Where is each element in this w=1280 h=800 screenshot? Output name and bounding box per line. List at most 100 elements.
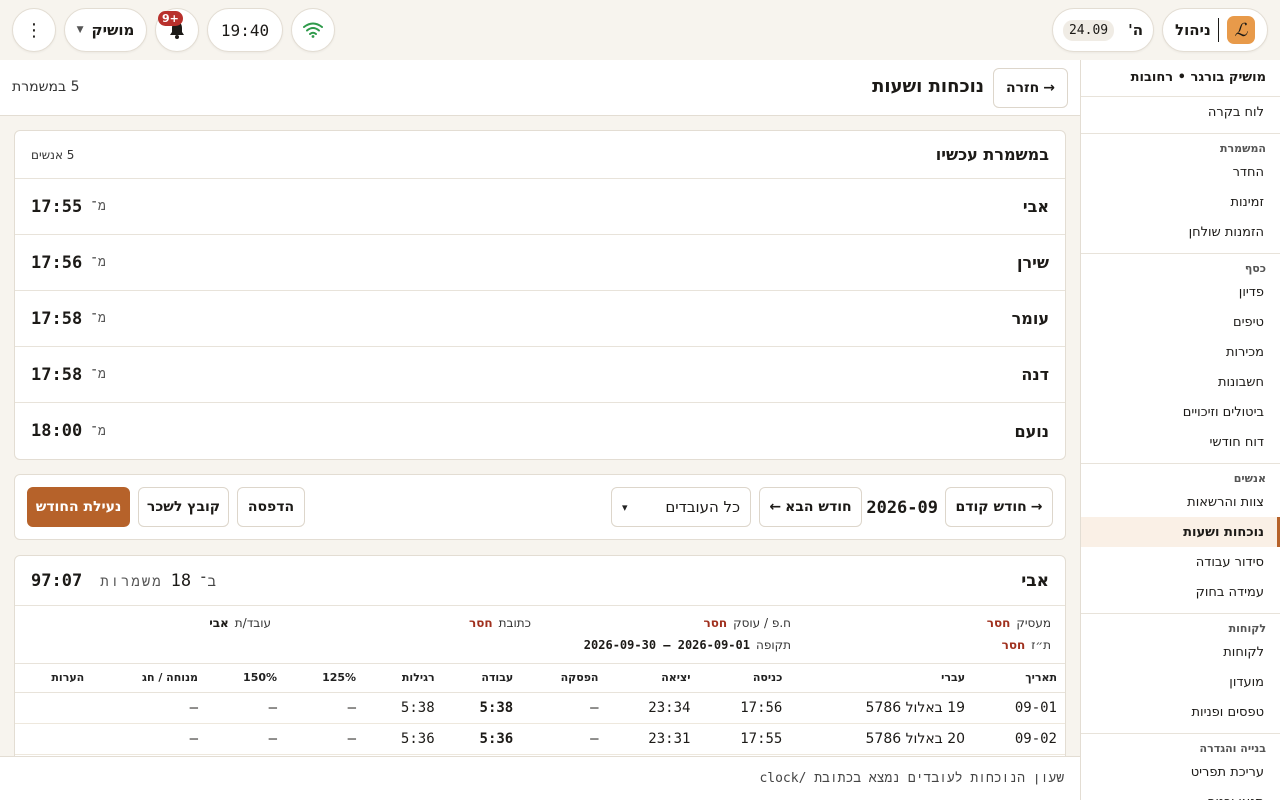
on-shift-header: במשמרת עכשיו 5 אנשים <box>15 131 1065 179</box>
sidebar-item[interactable]: החדר <box>1081 157 1280 187</box>
shift-count: 5 במשמרת <box>12 79 80 95</box>
sidebar-item[interactable]: סידור עבודה <box>1081 547 1280 577</box>
meta-tax-value: חסר <box>703 616 728 630</box>
from-label: מ־ <box>90 255 106 270</box>
table-cell: – <box>521 692 607 724</box>
clock-in-time: מ־ 18:00 <box>31 421 106 441</box>
back-label: חזרה <box>1006 80 1040 96</box>
employee-name: אבי <box>1022 197 1049 216</box>
table-header-row: תאריך עברי כניסה יציאה הפסקה עבודה רגילות 125% 1… <box>15 664 1065 693</box>
table-cell: 09-01 <box>973 692 1065 724</box>
from-label: מ־ <box>90 367 106 382</box>
sidebar-item[interactable]: דוח חודשי <box>1081 427 1280 457</box>
meta-id-label: ת״ז <box>1031 638 1051 652</box>
meta-period-value: 2026-09-01 – 2026-09-30 <box>583 638 750 652</box>
sidebar-item[interactable]: מועדון <box>1081 667 1280 697</box>
clock-url-note: שעון הנוכחות לעובדים נמצא בכתובת /clock <box>0 756 1080 800</box>
sidebar-section-title: אנשים <box>1081 463 1280 487</box>
sidebar-item[interactable]: זמינות <box>1081 187 1280 217</box>
sidebar-item[interactable]: נוכחות ושעות <box>1081 517 1280 547</box>
time-value: 17:58 <box>31 308 83 329</box>
sidebar-section-title: לקוחות <box>1081 613 1280 637</box>
arrow-left-icon: ← <box>769 499 782 515</box>
meta-id: ת״ז חסר <box>1002 638 1051 652</box>
on-shift-count: 5 אנשים <box>31 147 75 162</box>
page-header: → חזרה נוכחות ושעות 5 במשמרת <box>0 60 1080 116</box>
sidebar-item[interactable]: עריכת תפריט <box>1081 757 1280 787</box>
sidebar-item[interactable]: עמידה בחוק <box>1081 577 1280 607</box>
meta-employer: מעסיק חסר <box>987 616 1051 630</box>
sidebar-item[interactable]: הזמנות שולחן <box>1081 217 1280 247</box>
sidebar-item[interactable]: חשבונות <box>1081 367 1280 397</box>
table-cell: 5:38 <box>442 692 522 724</box>
table-row: 09-02 20 באלול 5786 17:55 23:31–5:36 5:36– – – <box>15 723 1065 755</box>
table-body: 09-01 19 באלול 5786 17:56 23:34–5:38 5:38– – –… <box>15 692 1065 755</box>
table-cell: 5:38 <box>364 692 443 724</box>
sidebar-item[interactable]: צוות והרשאות <box>1081 487 1280 517</box>
on-shift-title: במשמרת עכשיו <box>935 145 1049 164</box>
report-meta: מעסיק חסר ת״ז חסר ח.פ / עוסק חסר תקופה 2… <box>15 606 1065 664</box>
time-value: 17:55 <box>31 196 83 217</box>
lock-month-button[interactable]: נעילת החודש <box>27 487 130 527</box>
table-cell: 23:34 <box>606 692 699 724</box>
list-item[interactable]: שירן מ־ 17:56 <box>15 235 1065 291</box>
prev-month-button[interactable]: → חודש קודם <box>945 487 1053 527</box>
table-cell: – <box>92 723 207 755</box>
table-cell: – <box>521 723 607 755</box>
sidebar-item[interactable]: מכירות <box>1081 337 1280 367</box>
clock-in-time: מ־ 17:58 <box>31 365 106 385</box>
user-menu[interactable]: מושיק ▼ <box>64 8 147 52</box>
table-cell: – <box>285 692 365 724</box>
arrow-right-icon: → <box>1043 80 1056 96</box>
time-value: 17:58 <box>31 364 83 385</box>
shifts-word: משמרות <box>100 573 163 590</box>
column-header: תאריך <box>973 664 1065 693</box>
sidebar-item[interactable]: טפסים ופניות <box>1081 697 1280 727</box>
sidebar-item[interactable]: לקוחות <box>1081 637 1280 667</box>
back-button[interactable]: → חזרה <box>993 68 1068 108</box>
list-item[interactable]: עומר מ־ 17:58 <box>15 291 1065 347</box>
more-button[interactable]: ⋮ <box>12 8 56 52</box>
clock: 19:40 <box>207 8 283 52</box>
employee-report-card: אבי ב־ 18 משמרות 97:07 מעסיק חסר ת״ז חסר… <box>14 555 1066 760</box>
sidebar-item[interactable]: ביטולים וזיכויים <box>1081 397 1280 427</box>
report-header: אבי ב־ 18 משמרות 97:07 <box>15 556 1065 606</box>
table-cell: 23:31 <box>606 723 699 755</box>
on-shift-card: במשמרת עכשיו 5 אנשים אבי מ־ 17:55 שירן מ־ 17:… <box>14 130 1066 460</box>
sidebar-item[interactable]: פדיון <box>1081 277 1280 307</box>
user-name: מושיק <box>91 21 135 39</box>
meta-employer-label: מעסיק <box>1016 616 1051 630</box>
list-item[interactable]: דנה מ־ 17:58 <box>15 347 1065 403</box>
print-button[interactable]: הדפסה <box>237 487 305 527</box>
column-header: עבודה <box>442 664 522 693</box>
meta-employer-value: חסר <box>986 616 1011 630</box>
table-row: 09-01 19 באלול 5786 17:56 23:34–5:38 5:38– – – <box>15 692 1065 724</box>
meta-worker-value: אבי <box>209 616 229 630</box>
employee-name: שירן <box>1017 253 1049 272</box>
meta-period-label: תקופה <box>755 638 791 652</box>
sidebar-item[interactable]: טיפים <box>1081 307 1280 337</box>
sidebar-item[interactable]: תנאי וכנופ <box>1081 787 1280 800</box>
notifications-button[interactable]: +9 <box>155 8 199 52</box>
column-header: רגילות <box>364 664 443 693</box>
meta-tax: ח.פ / עוסק חסר <box>703 616 791 630</box>
next-month-button[interactable]: חודש הבא ← <box>759 487 862 527</box>
report-employee-name: אבי <box>1021 570 1049 591</box>
shifts-count: 18 <box>170 570 192 591</box>
brand-menu[interactable]: ℒ ניהול <box>1162 8 1268 52</box>
payroll-export-button[interactable]: קובץ לשכר <box>138 487 229 527</box>
table-cell: – <box>92 692 207 724</box>
list-item[interactable]: אבי מ־ 17:55 <box>15 179 1065 235</box>
month-toolbar: → חודש קודם 2026-09 חודש הבא ← כל העובדי… <box>14 474 1066 540</box>
from-label: מ־ <box>90 311 106 326</box>
employee-filter-select[interactable]: כל העובדים ▾ <box>611 487 751 527</box>
table-cell: 17:55 <box>698 723 791 755</box>
table-cell <box>15 723 93 755</box>
sidebar-item[interactable]: לוח בקרה <box>1081 97 1280 127</box>
table-cell: 5:36 <box>442 723 522 755</box>
meta-worker-label: עובד/ת <box>234 616 271 630</box>
list-item[interactable]: נועם מ־ 18:00 <box>15 403 1065 459</box>
next-month-label: חודש הבא <box>785 499 852 515</box>
arrow-right-icon: → <box>1030 499 1043 515</box>
clock-in-time: מ־ 17:56 <box>31 253 106 273</box>
